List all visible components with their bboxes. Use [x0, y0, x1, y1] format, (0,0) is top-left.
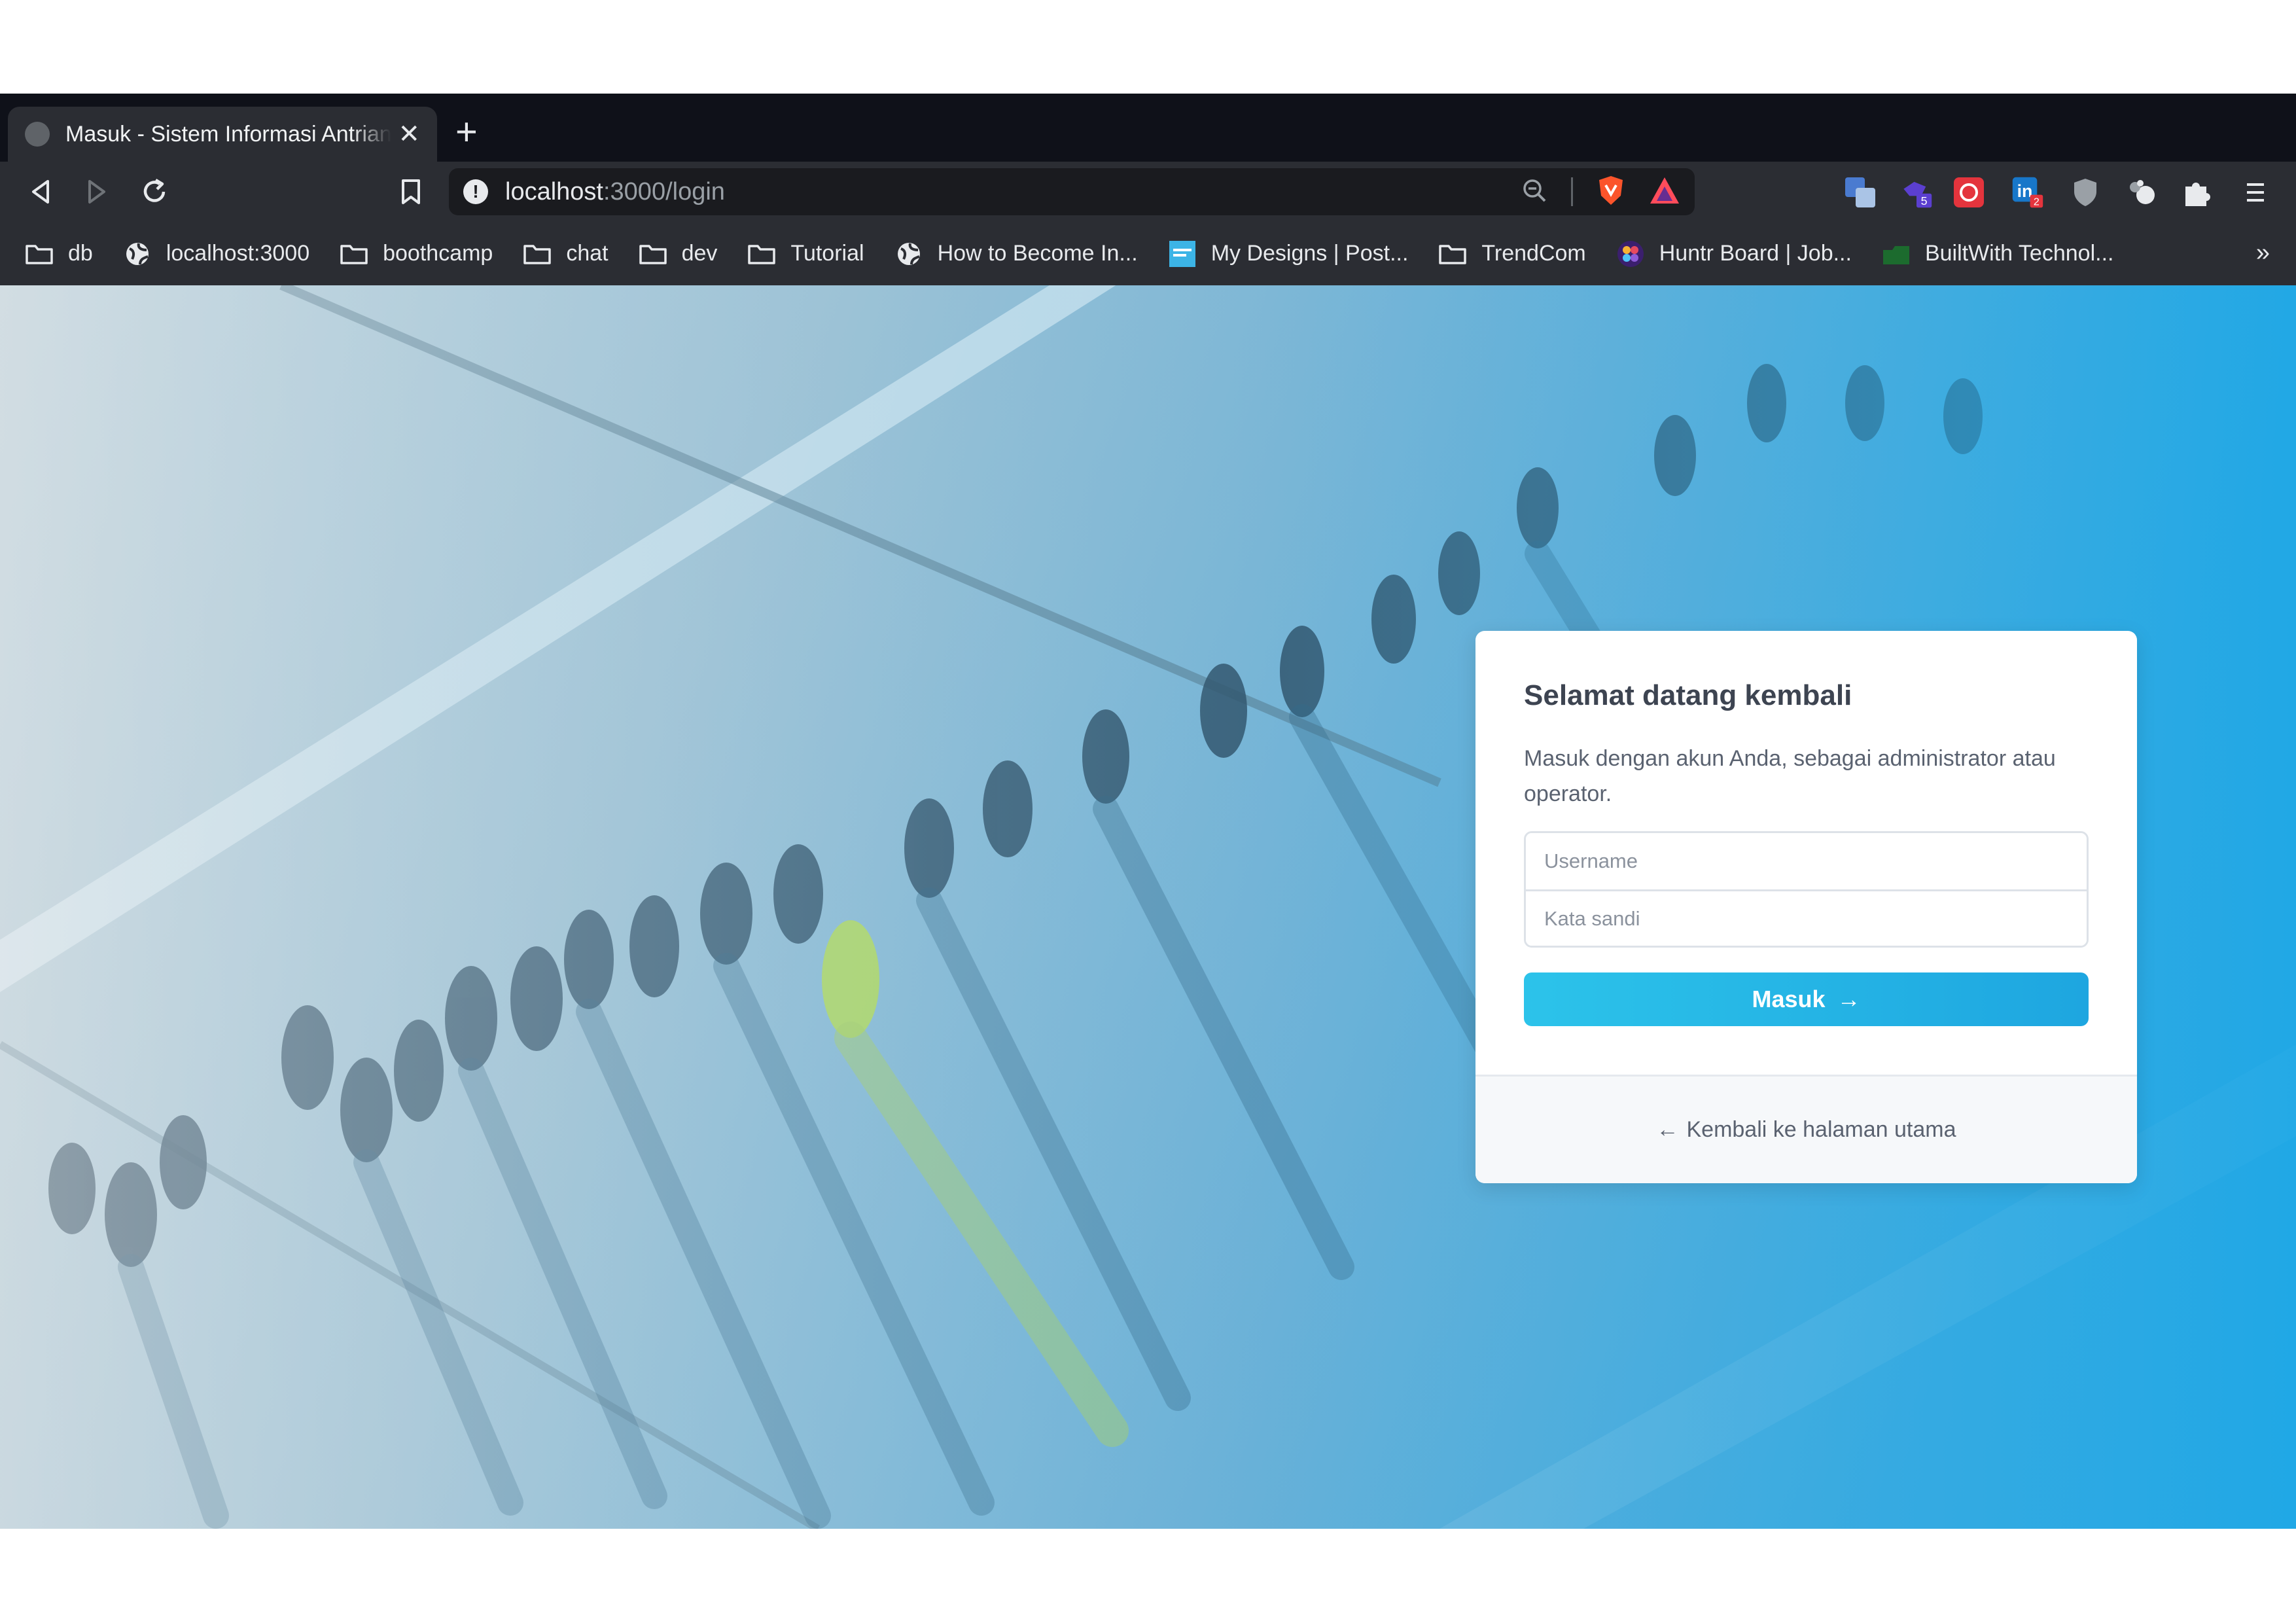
- linkedin-badge-count: 2: [2034, 196, 2040, 208]
- globe-icon: [123, 242, 152, 266]
- bookmark-label: My Designs | Post...: [1210, 241, 1409, 266]
- bookmark-label: BuiltWith Technol...: [1924, 241, 2114, 266]
- menu-icon[interactable]: [2239, 176, 2272, 209]
- login-description: Masuk dengan akun Anda, sebagai administ…: [1524, 746, 2056, 806]
- linkedin-icon[interactable]: in 2: [2011, 176, 2044, 209]
- bookmark-localhost[interactable]: localhost:3000: [123, 241, 309, 266]
- brave-rewards-icon[interactable]: [1649, 176, 1680, 208]
- bookmark-chat[interactable]: chat: [523, 241, 609, 266]
- url-path: :3000/login: [603, 177, 725, 205]
- bookmark-label: dev: [681, 241, 718, 266]
- bookmark-huntr[interactable]: Huntr Board | Job...: [1616, 240, 1852, 267]
- submit-label: Masuk: [1752, 986, 1826, 1012]
- divider: [1571, 177, 1573, 206]
- shield-icon[interactable]: [2069, 176, 2102, 209]
- bookmark-label: boothcamp: [383, 241, 493, 266]
- login-title: Selamat datang kembali: [1524, 679, 1852, 711]
- bookmark-dev[interactable]: dev: [639, 241, 718, 266]
- bookmark-how-to-become[interactable]: How to Become In...: [894, 241, 1138, 266]
- bookmark-label: localhost:3000: [166, 241, 310, 266]
- tab-title: Masuk - Sistem Informasi Antrian: [65, 121, 392, 147]
- bookmark-my-designs[interactable]: My Designs | Post...: [1168, 240, 1409, 267]
- zoom-icon[interactable]: [1521, 177, 1547, 207]
- folder-icon: [1438, 242, 1467, 266]
- tab-strip: Masuk - Sistem Informasi Antrian ✕ +: [0, 94, 2296, 162]
- globe-icon: [894, 242, 923, 266]
- extension-badge-icon[interactable]: 5: [1900, 176, 1933, 209]
- bookmark-label: How to Become In...: [937, 241, 1138, 266]
- globe-icon: [25, 122, 50, 147]
- url-text: localhost:3000/login: [505, 178, 725, 206]
- credentials-group: [1524, 831, 2089, 948]
- login-submit-button[interactable]: Masuk →: [1524, 972, 2089, 1026]
- bookmark-tutorial[interactable]: Tutorial: [747, 241, 864, 266]
- new-tab-button[interactable]: +: [455, 113, 478, 151]
- address-bar[interactable]: ! localhost:3000/login: [449, 168, 1695, 215]
- site-info-icon[interactable]: !: [463, 179, 488, 204]
- close-icon[interactable]: ✕: [398, 121, 420, 147]
- browser-chrome: Masuk - Sistem Informasi Antrian ✕ + ! l…: [0, 94, 2296, 285]
- bookmark-label: chat: [566, 241, 609, 266]
- bookmarks-overflow-button[interactable]: »: [2256, 239, 2270, 267]
- folder-icon: [340, 242, 368, 266]
- reload-icon[interactable]: [136, 173, 173, 210]
- builtwith-icon: [1882, 242, 1911, 266]
- folder-icon: [747, 242, 776, 266]
- login-card: Selamat datang kembali Masuk dengan akun…: [1475, 631, 2137, 1183]
- bookmark-boothcamp[interactable]: boothcamp: [340, 241, 493, 266]
- bookmark-label: db: [68, 241, 93, 266]
- back-home-link[interactable]: ← Kembali ke halaman utama: [1656, 1117, 1956, 1143]
- huntr-icon: [1616, 240, 1645, 267]
- arrow-right-icon: →: [1837, 986, 1861, 1012]
- extension-badge-count: 5: [1921, 194, 1928, 207]
- back-icon[interactable]: [22, 173, 59, 210]
- bookmark-icon[interactable]: [393, 173, 429, 210]
- extension-red-icon[interactable]: [1952, 176, 1985, 209]
- bookmark-label: Huntr Board | Job...: [1659, 241, 1852, 266]
- bookmarks-bar: db localhost:3000 boothcamp chat dev Tut…: [0, 222, 2296, 285]
- login-card-footer: ← Kembali ke halaman utama: [1475, 1075, 2137, 1183]
- extensions-puzzle-icon[interactable]: [2181, 176, 2214, 209]
- postermywall-icon: [1168, 240, 1197, 267]
- extension-translate-icon[interactable]: [1844, 176, 1877, 209]
- url-host: localhost: [505, 177, 603, 205]
- username-input[interactable]: [1526, 833, 2087, 889]
- page-viewport: Selamat datang kembali Masuk dengan akun…: [0, 285, 2296, 1529]
- bookmark-label: TrendCom: [1481, 241, 1586, 266]
- password-input[interactable]: [1526, 889, 2087, 946]
- folder-icon: [25, 242, 54, 266]
- brave-shields-icon[interactable]: [1597, 175, 1625, 209]
- bookmark-builtwith[interactable]: BuiltWith Technol...: [1882, 241, 2114, 266]
- forward-icon[interactable]: [79, 173, 115, 210]
- folder-icon: [523, 242, 552, 266]
- tab-active[interactable]: Masuk - Sistem Informasi Antrian ✕: [8, 107, 437, 162]
- arrow-left-icon: ←: [1656, 1117, 1679, 1142]
- bookmark-trendcom[interactable]: TrendCom: [1438, 241, 1586, 266]
- folder-icon: [639, 242, 667, 266]
- toolbar: ! localhost:3000/login 5 in 2: [0, 162, 2296, 222]
- back-home-label: Kembali ke halaman utama: [1686, 1117, 1956, 1142]
- bookmark-label: Tutorial: [790, 241, 864, 266]
- bookmark-db[interactable]: db: [25, 241, 93, 266]
- extension-dots-icon[interactable]: [2125, 176, 2158, 209]
